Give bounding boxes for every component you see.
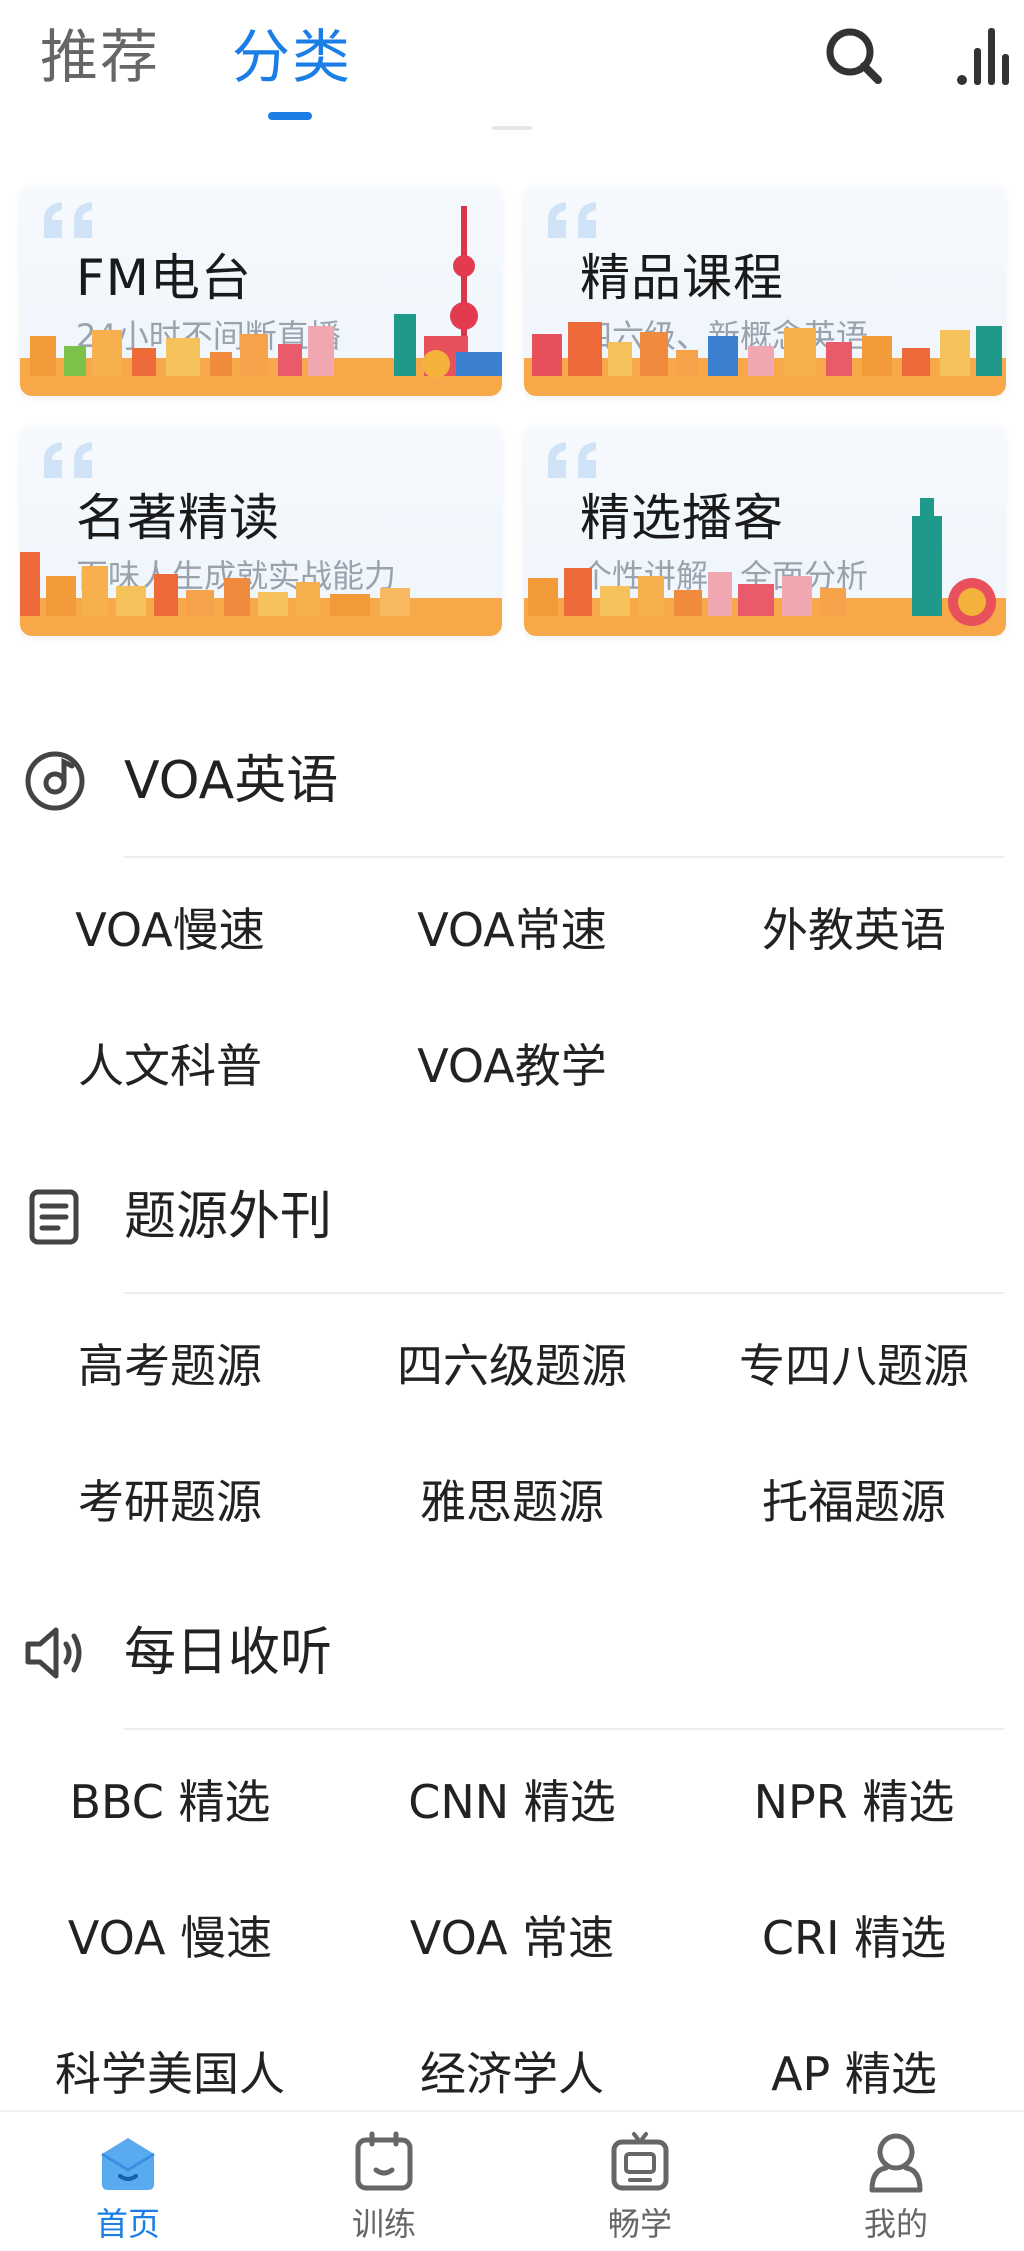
radio-icon [611,2132,669,2191]
top-bar: 推荐 分类 [0,0,1024,130]
section-title: 每日收听 [124,1623,333,1683]
nav-label: 训练 [351,2205,416,2243]
category-npr[interactable]: NPR 精选 [684,1772,1024,1832]
category-cri[interactable]: CRI 精选 [684,1908,1024,1968]
category-economist[interactable]: 经济学人 [342,2044,682,2104]
category-postgrad[interactable]: 考研题源 [0,1472,340,1532]
nav-learn[interactable]: 畅学 [512,2112,768,2251]
section-divider [124,856,1004,858]
tab-category[interactable]: 分类 [232,22,352,92]
city-skyline-illustration [524,322,1006,396]
category-voa-standard-daily[interactable]: VOA 常速 [342,1908,682,1968]
category-toefl[interactable]: 托福题源 [684,1472,1024,1532]
nav-home[interactable]: 首页 [0,2112,256,2251]
pull-handle [492,126,532,130]
active-tab-indicator [268,112,312,120]
document-icon [29,1189,79,1245]
section-title: VOA英语 [124,751,339,811]
nav-label: 我的 [863,2205,928,2243]
nav-label: 畅学 [607,2205,672,2243]
bottom-navigation: 首页 训练 畅学 我的 [0,2110,1024,2251]
speaker-icon [25,1627,82,1679]
category-voa-slow[interactable]: VOA慢速 [0,900,340,960]
category-ap[interactable]: AP 精选 [684,2044,1024,2104]
section-header-exam-sources: 题源外刊 [0,1172,1024,1262]
chart-icon[interactable] [950,20,1020,90]
category-ielts[interactable]: 雅思题源 [342,1472,682,1532]
nav-training[interactable]: 训练 [256,2112,512,2251]
category-gaokao[interactable]: 高考题源 [0,1336,340,1396]
card-fm-radio[interactable]: FM电台 24小时不间断直播 [20,186,502,396]
category-scientific-american[interactable]: 科学美国人 [0,2044,340,2104]
search-icon[interactable] [820,20,890,90]
category-foreign-teacher[interactable]: 外教英语 [684,900,1024,960]
section-header-daily-listening: 每日收听 [0,1608,1024,1698]
calendar-icon [355,2131,413,2191]
category-bbc[interactable]: BBC 精选 [0,1772,340,1832]
city-skyline-illustration [20,552,502,636]
home-icon [101,2138,155,2190]
category-voa-standard[interactable]: VOA常速 [342,900,682,960]
nav-label: 首页 [95,2205,160,2243]
category-voa-slow-daily[interactable]: VOA 慢速 [0,1908,340,1968]
category-humanities-science[interactable]: 人文科普 [0,1036,340,1096]
tab-recommend[interactable]: 推荐 [40,22,160,92]
disc-icon [25,751,85,811]
section-title: 题源外刊 [124,1187,333,1247]
card-featured-podcast[interactable]: 精选播客 个性讲解、全面分析 [524,426,1006,636]
section-header-voa: VOA英语 [0,736,1024,826]
profile-icon [869,2133,923,2193]
card-classic-reading[interactable]: 名著精读 百味人生成就实战能力 [20,426,502,636]
card-premium-course[interactable]: 精品课程 四六级、新概念英语 [524,186,1006,396]
category-tem[interactable]: 专四八题源 [684,1336,1024,1396]
category-cnn[interactable]: CNN 精选 [342,1772,682,1832]
section-divider [124,1292,1004,1294]
category-voa-teaching[interactable]: VOA教学 [342,1036,682,1096]
city-skyline-illustration [20,206,502,396]
section-divider [124,1728,1004,1730]
city-skyline-illustration [524,498,1006,636]
category-cet[interactable]: 四六级题源 [342,1336,682,1396]
nav-profile[interactable]: 我的 [768,2112,1024,2251]
